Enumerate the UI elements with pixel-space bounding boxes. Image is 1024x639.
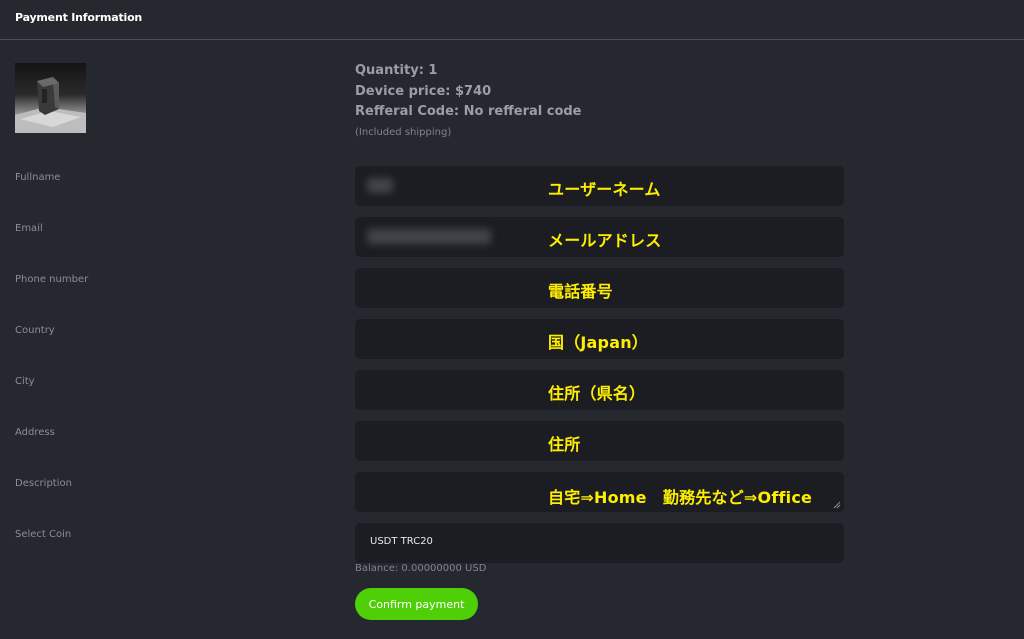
address-input[interactable]: 住所 [355, 421, 844, 461]
device-photo-icon [15, 77, 86, 133]
coin-select-value: USDT TRC20 [370, 536, 433, 547]
resize-handle-icon[interactable] [833, 501, 841, 509]
country-input[interactable]: 国（Japan） [355, 319, 844, 359]
description-textarea[interactable]: 自宅⇒Home 勤務先など⇒Office [355, 472, 844, 512]
city-annotation: 住所（県名） [548, 384, 646, 403]
coin-select[interactable]: USDT TRC20 [355, 523, 844, 563]
description-annotation: 自宅⇒Home 勤務先など⇒Office [548, 488, 813, 507]
page-title: Payment Information [15, 11, 143, 24]
header: Payment Information [0, 0, 1024, 40]
device-price-text: Device price: $740 [355, 83, 492, 99]
balance-text: Balance: 0.00000000 USD [355, 563, 487, 574]
referral-code-text: Refferal Code: No refferal code [355, 104, 582, 119]
description-label: Description [15, 478, 72, 489]
city-label: City [15, 376, 35, 387]
email-input[interactable]: メールアドレス [355, 217, 844, 257]
phone-annotation: 電話番号 [548, 282, 613, 301]
email-annotation: メールアドレス [548, 231, 662, 250]
country-label: Country [15, 325, 55, 336]
fullname-annotation: ユーザーネーム [548, 180, 661, 199]
redacted-value [367, 178, 393, 193]
phone-input[interactable]: 電話番号 [355, 268, 844, 308]
city-input[interactable]: 住所（県名） [355, 370, 844, 410]
email-label: Email [15, 223, 43, 234]
order-summary: Quantity: 1 Device price: $740 Refferal … [355, 61, 855, 138]
quantity-text: Quantity: 1 [355, 63, 438, 78]
redacted-value [367, 229, 491, 244]
device-image [15, 63, 86, 133]
address-annotation: 住所 [548, 435, 581, 454]
select-coin-label: Select Coin [15, 529, 72, 540]
country-annotation: 国（Japan） [548, 333, 648, 352]
confirm-payment-button[interactable]: Confirm payment [355, 588, 478, 620]
fullname-label: Fullname [15, 172, 61, 183]
shipping-note: (Included shipping) [355, 126, 452, 138]
fullname-input[interactable]: ユーザーネーム [355, 166, 844, 206]
phone-label: Phone number [15, 274, 89, 285]
address-label: Address [15, 427, 55, 438]
